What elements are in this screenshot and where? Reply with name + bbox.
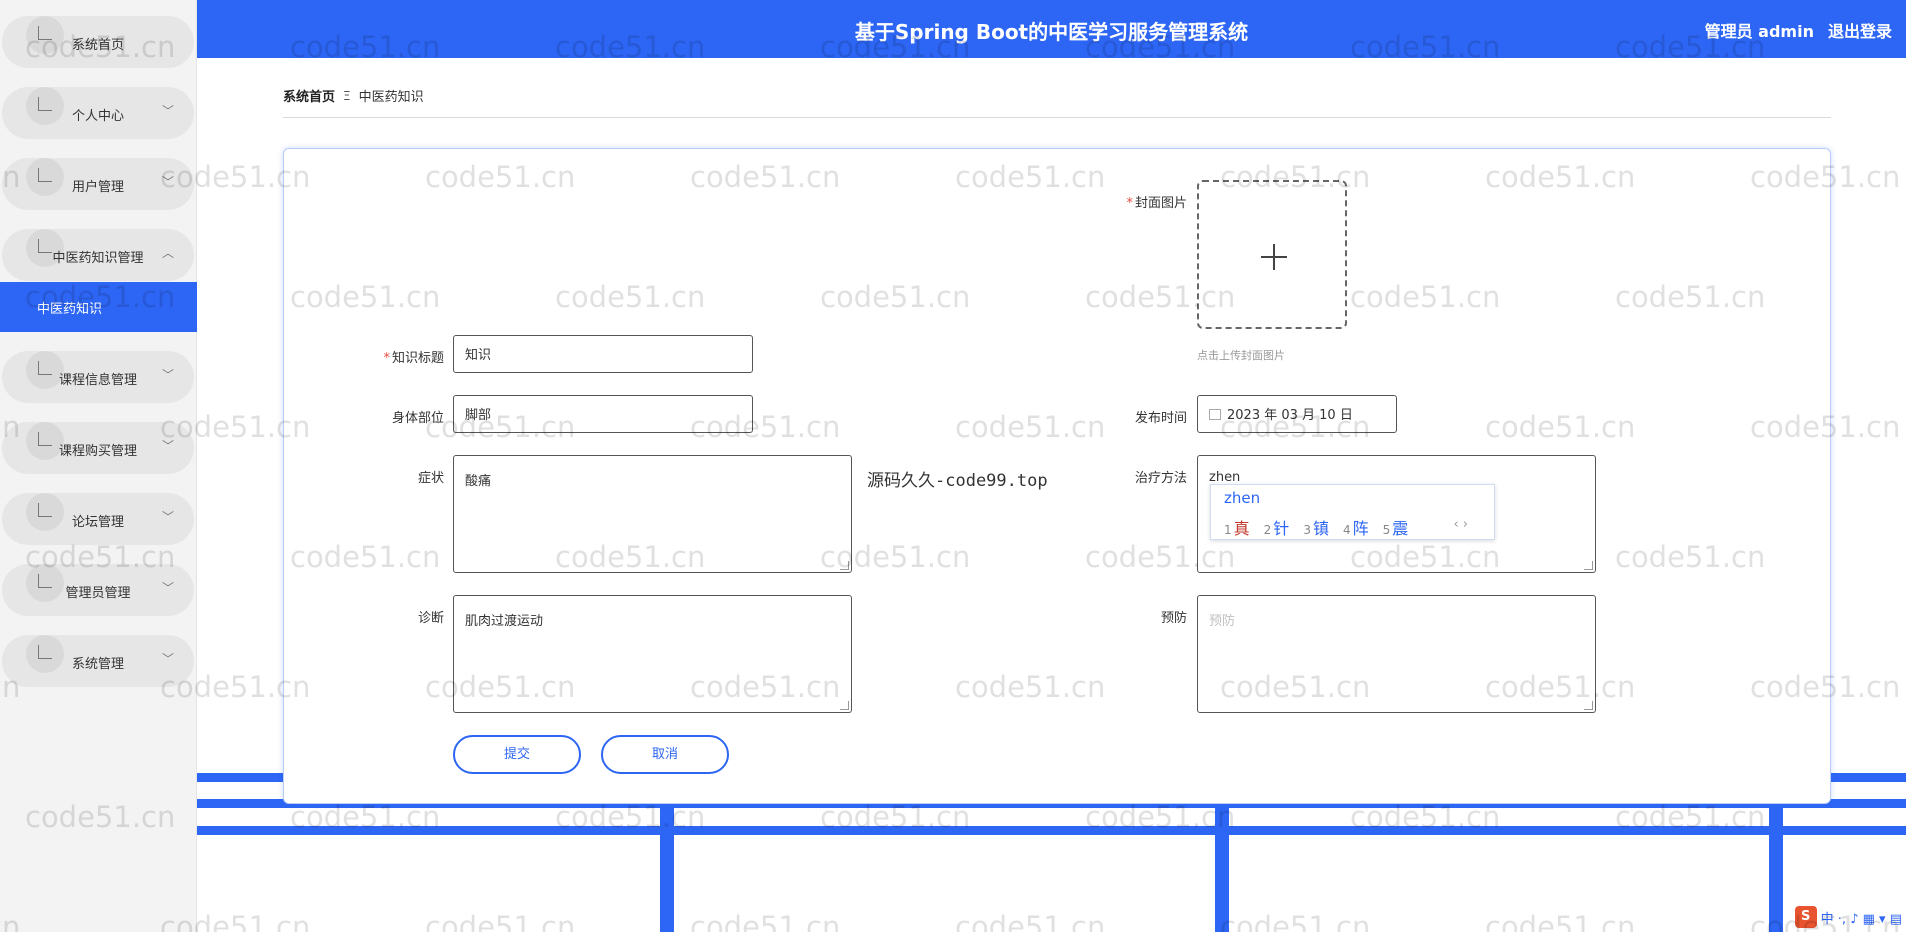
sidebar-item-course-info[interactable]: 课程信息管理 ﹀ [2, 351, 194, 403]
submit-button[interactable]: 提交 [453, 735, 581, 774]
source-note: 源码久久-code99.top [867, 471, 1048, 491]
sidebar-item-personal-center[interactable]: 个人中心 ﹀ [2, 87, 194, 139]
breadcrumb-separator-icon: Ξ [343, 88, 351, 103]
chevron-down-icon: ﹀ [161, 104, 174, 118]
chevron-down-icon: ﹀ [161, 652, 174, 666]
page-title: 基于Spring Boot的中医学习服务管理系统 [854, 20, 1249, 44]
cover-upload[interactable] [1197, 180, 1347, 329]
chevron-down-icon: ﹀ [161, 439, 174, 453]
symptom-value: 酸痛 [465, 474, 492, 489]
ime-toolbar-icons: 中 ·, ♪ ▦ ▾ ▤ [1820, 911, 1902, 927]
chevron-down-icon: ﹀ [161, 175, 174, 189]
cancel-button[interactable]: 取消 [601, 735, 729, 774]
sidebar-item-course-purchase[interactable]: 课程购买管理 ﹀ [2, 422, 194, 474]
diagnosis-textarea[interactable]: 肌肉过渡运动 [453, 595, 852, 713]
watermark-text: code51.cn [955, 910, 1106, 932]
calendar-icon [1209, 409, 1221, 420]
chevron-up-icon: ︿ [161, 246, 174, 260]
cover-label: * 封面图片 [1126, 196, 1187, 211]
sidebar-item-user-management[interactable]: 用户管理 ﹀ [2, 158, 194, 210]
prevention-placeholder: 预防 [1209, 614, 1236, 629]
decorative-line [1215, 800, 1229, 932]
ime-candidate[interactable]: 1真 [1224, 515, 1250, 539]
sidebar-item-home[interactable]: 系统首页 [2, 16, 194, 68]
publish-date-value: 2023 年 03 月 10 日 [1227, 408, 1353, 423]
plus-icon [1273, 244, 1275, 270]
sidebar-subitem-tcm-knowledge[interactable]: 中医药知识 [0, 282, 197, 332]
top-header: 基于Spring Boot的中医学习服务管理系统 管理员 admin 退出登录 [197, 0, 1906, 58]
ime-status-bar[interactable]: S 中 ·, ♪ ▦ ▾ ▤ [1794, 904, 1902, 930]
watermark-text: code51.cn [690, 910, 841, 932]
breadcrumb-current: 中医药知识 [358, 90, 424, 105]
ime-page-nav-icon[interactable]: ‹ › [1453, 517, 1468, 532]
ime-logo-icon: S [1794, 906, 1817, 928]
sidebar-item-tcm-knowledge-management[interactable]: 中医药知识管理 ︿ [2, 229, 194, 281]
decorative-line [197, 826, 1906, 835]
sidebar-item-admin-management[interactable]: 管理员管理 ﹀ [2, 564, 194, 616]
cover-upload-hint: 点击上传封面图片 [1197, 349, 1285, 362]
treatment-value: zhen [1209, 470, 1241, 485]
title-input[interactable]: 知识 [453, 335, 753, 373]
sidebar-item-forum[interactable]: 论坛管理 ﹀ [2, 493, 194, 545]
watermark-text: code51.cn [1485, 910, 1636, 932]
ime-candidate[interactable]: 2针 [1264, 515, 1290, 539]
prevention-label: 预防 [1160, 611, 1187, 626]
chevron-down-icon: ﹀ [161, 581, 174, 595]
breadcrumb-home[interactable]: 系统首页 [283, 86, 335, 105]
diagnosis-label: 诊断 [417, 611, 444, 626]
decorative-line [660, 800, 674, 932]
chevron-down-icon: ﹀ [161, 510, 174, 524]
ime-composition: zhen [1224, 489, 1261, 507]
sidebar-subitem-label: 中医药知识 [37, 302, 103, 317]
publish-time-label: 发布时间 [1134, 411, 1187, 426]
symptom-textarea[interactable]: 酸痛 [453, 455, 852, 573]
diagnosis-value: 肌肉过渡运动 [465, 614, 544, 629]
body-part-label: 身体部位 [391, 411, 444, 426]
decorative-line [1769, 800, 1783, 932]
chevron-down-icon: ﹀ [161, 368, 174, 382]
divider [283, 117, 1831, 118]
watermark-text: code51.cn [425, 910, 576, 932]
watermark-text: code51.cn [1220, 910, 1371, 932]
symptom-label: 症状 [417, 471, 444, 486]
current-user: 管理员 admin [1704, 22, 1814, 41]
treatment-label: 治疗方法 [1134, 471, 1187, 486]
sidebar-item-system-management[interactable]: 系统管理 ﹀ [2, 635, 194, 687]
ime-candidate[interactable]: 3镇 [1303, 515, 1329, 539]
publish-date-picker[interactable]: 2023 年 03 月 10 日 [1197, 395, 1397, 433]
title-label: * 知识标题 [383, 351, 444, 366]
ime-candidate[interactable]: 4阵 [1343, 515, 1369, 539]
ime-candidate[interactable]: 5震 [1383, 515, 1409, 539]
body-part-input[interactable]: 脚部 [453, 395, 753, 433]
sidebar-item-label: 系统首页 [71, 38, 124, 53]
prevention-textarea[interactable]: 预防 [1197, 595, 1596, 713]
logout-link[interactable]: 退出登录 [1828, 18, 1892, 42]
ime-candidate-popup: zhen 1真 2针 3镇 4阵 5震 ‹ › [1210, 484, 1495, 540]
sidebar: 系统首页 个人中心 ﹀ 用户管理 ﹀ 中医药知识管理 ︿ 中医药知识 课程信息管… [0, 0, 197, 932]
breadcrumb: 系统首页 Ξ 中医药知识 [283, 86, 424, 106]
